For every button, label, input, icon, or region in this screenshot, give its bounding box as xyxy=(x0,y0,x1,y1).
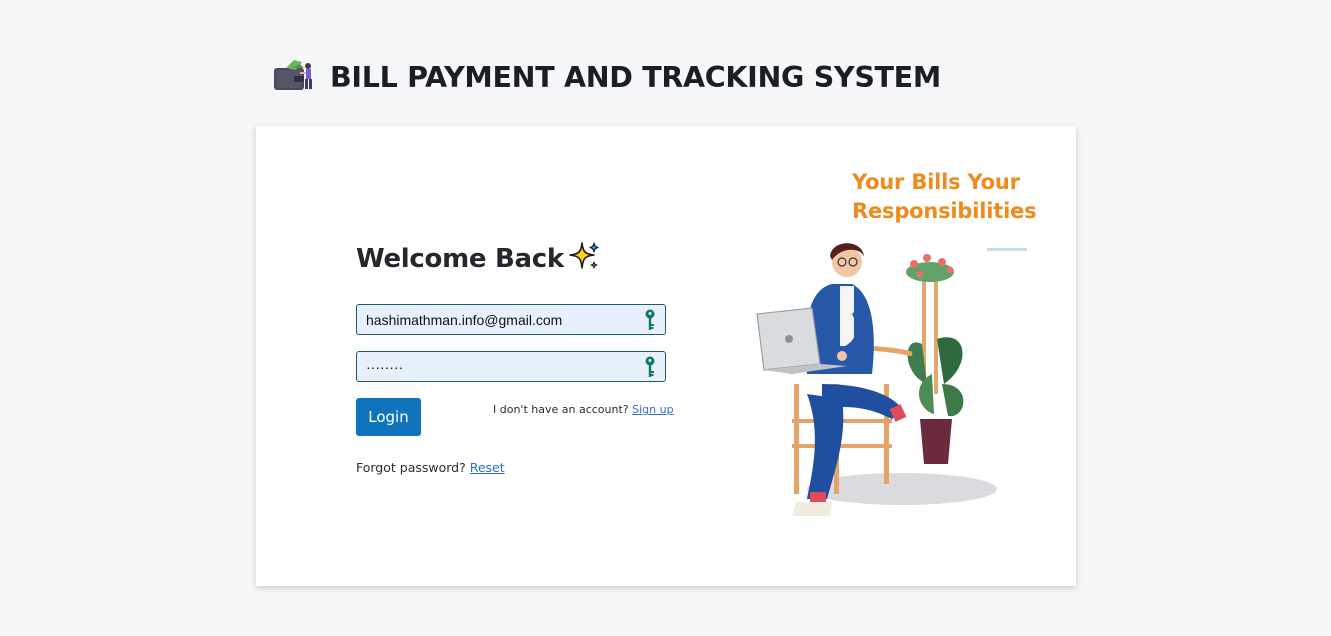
reset-link[interactable]: Reset xyxy=(470,460,505,475)
signup-row: I don't have an account? Sign up xyxy=(493,403,674,416)
password-field-wrapper xyxy=(356,351,666,382)
tagline-line-1: Your Bills Your xyxy=(852,170,1020,194)
app-header: BILL PAYMENT AND TRACKING SYSTEM xyxy=(272,58,941,96)
login-card: Welcome Back hashimathman.info@gmail.com… xyxy=(256,126,1076,586)
password-field[interactable] xyxy=(357,352,627,381)
key-icon xyxy=(643,309,657,331)
forgot-password-row: Forgot password? Reset xyxy=(356,460,505,475)
sparkles-icon xyxy=(568,240,602,278)
tagline-line-2: Responsibilities xyxy=(852,199,1037,223)
forgot-text: Forgot password? xyxy=(356,460,466,475)
welcome-text: Welcome Back xyxy=(356,244,564,274)
signup-link[interactable]: Sign up xyxy=(632,403,673,416)
page-title: BILL PAYMENT AND TRACKING SYSTEM xyxy=(330,60,941,94)
welcome-heading: Welcome Back xyxy=(356,240,602,278)
login-button[interactable]: Login xyxy=(356,398,421,436)
email-field-wrapper xyxy=(356,304,666,335)
person-with-laptop-illustration xyxy=(752,234,1012,524)
email-field[interactable] xyxy=(357,305,627,334)
key-icon xyxy=(643,356,657,378)
tagline: Your Bills Your Responsibilities xyxy=(852,168,1052,226)
wallet-icon xyxy=(272,58,316,96)
no-account-text: I don't have an account? xyxy=(493,403,629,416)
